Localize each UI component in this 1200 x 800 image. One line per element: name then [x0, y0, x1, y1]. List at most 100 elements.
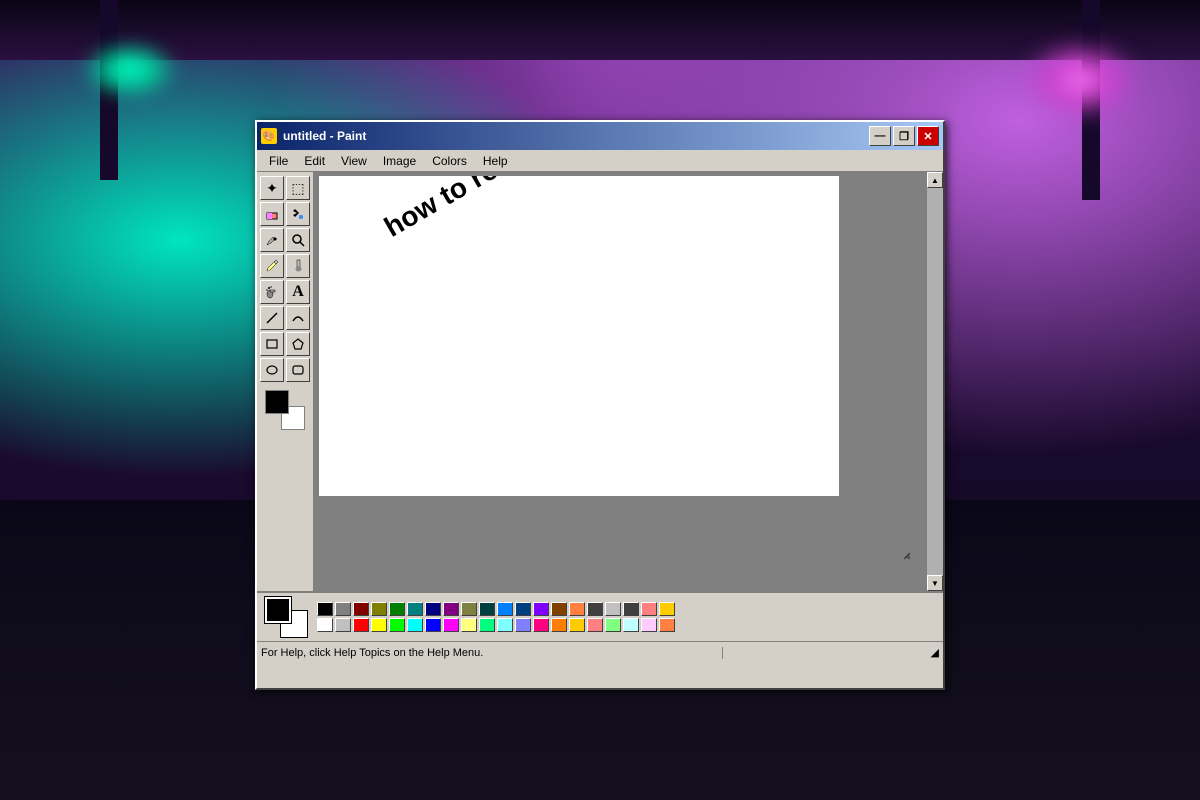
- scroll-up-button[interactable]: ▲: [927, 172, 943, 188]
- menu-file[interactable]: File: [261, 152, 296, 170]
- text-tool[interactable]: A: [286, 280, 310, 304]
- menu-edit[interactable]: Edit: [296, 152, 333, 170]
- swatch-gold[interactable]: [659, 602, 675, 616]
- pick-color-tool[interactable]: [260, 228, 284, 252]
- title-buttons: — ❐ ✕: [869, 126, 939, 146]
- menu-colors[interactable]: Colors: [424, 152, 475, 170]
- swatch-ltcyan[interactable]: [497, 618, 513, 632]
- swatch-magenta[interactable]: [443, 618, 459, 632]
- swatch-yellow[interactable]: [371, 618, 387, 632]
- maximize-button[interactable]: ❐: [893, 126, 915, 146]
- swatch-ltorange[interactable]: [659, 618, 675, 632]
- swatch-darkred[interactable]: [353, 602, 369, 616]
- resize-handle[interactable]: [901, 547, 909, 555]
- paint-window: 🎨 untitled - Paint — ❐ ✕ File Edit View …: [255, 120, 945, 690]
- tool-row-1: ✦ ⬚: [260, 176, 310, 200]
- swatch-darkteal[interactable]: [479, 602, 495, 616]
- swatch-olive[interactable]: [371, 602, 387, 616]
- status-bar: For Help, click Help Topics on the Help …: [257, 641, 943, 663]
- polygon-tool[interactable]: [286, 332, 310, 356]
- swatch-ltyellow[interactable]: [461, 618, 477, 632]
- menu-bar: File Edit View Image Colors Help: [257, 150, 943, 172]
- swatch-brown[interactable]: [551, 602, 567, 616]
- swatch-black[interactable]: [317, 602, 333, 616]
- swatch-amber[interactable]: [569, 618, 585, 632]
- swatch-spring[interactable]: [479, 618, 495, 632]
- rectangle-tool[interactable]: [260, 332, 284, 356]
- swatch-orange[interactable]: [569, 602, 585, 616]
- swatch-white[interactable]: [317, 618, 333, 632]
- swatch-salmon[interactable]: [641, 602, 657, 616]
- palette-active-colors: [265, 597, 307, 637]
- swatch-silver[interactable]: [605, 602, 621, 616]
- swatch-red[interactable]: [353, 618, 369, 632]
- swatch-violet[interactable]: [533, 602, 549, 616]
- tool-row-4: [260, 254, 310, 278]
- neon-light-right: [1020, 40, 1140, 120]
- paint-canvas[interactable]: how to rotate text in ms paint: [319, 176, 839, 496]
- minimize-button[interactable]: —: [869, 126, 891, 146]
- tool-row-3: [260, 228, 310, 252]
- status-resize-icon: ◢: [923, 646, 939, 659]
- free-select-tool[interactable]: ✦: [260, 176, 284, 200]
- toolbox: ✦ ⬚: [257, 172, 315, 591]
- title-left: 🎨 untitled - Paint: [261, 128, 366, 144]
- swatch-blue[interactable]: [425, 618, 441, 632]
- airbrush-tool[interactable]: [260, 280, 284, 304]
- curve-tool[interactable]: [286, 306, 310, 330]
- main-area: ✦ ⬚: [257, 172, 943, 591]
- color-palette: [257, 591, 943, 641]
- neon-light-left: [80, 40, 180, 100]
- swatch-azure[interactable]: [497, 602, 513, 616]
- right-scrollbar: ▲ ▼: [927, 172, 943, 591]
- magnifier-tool[interactable]: [286, 228, 310, 252]
- palette-row-2: [317, 618, 675, 632]
- canvas-area[interactable]: how to rotate text in ms paint: [315, 172, 927, 591]
- menu-image[interactable]: Image: [375, 152, 424, 170]
- fill-tool[interactable]: [286, 202, 310, 226]
- rect-select-tool[interactable]: ⬚: [286, 176, 310, 200]
- app-icon: 🎨: [261, 128, 277, 144]
- swatch-darkgreen[interactable]: [389, 602, 405, 616]
- status-help-text: For Help, click Help Topics on the Help …: [261, 647, 723, 659]
- swatch-darkgray[interactable]: [587, 602, 603, 616]
- palette-swatches: [317, 602, 675, 632]
- swatch-ltgreen[interactable]: [605, 618, 621, 632]
- menu-help[interactable]: Help: [475, 152, 516, 170]
- swatch-lime[interactable]: [389, 618, 405, 632]
- swatch-periwinkle[interactable]: [515, 618, 531, 632]
- line-tool[interactable]: [260, 306, 284, 330]
- brush-tool[interactable]: [286, 254, 310, 278]
- palette-fg-color[interactable]: [265, 597, 291, 623]
- swatch-teal[interactable]: [407, 602, 423, 616]
- scroll-track-v[interactable]: [927, 188, 943, 575]
- color-preview: [263, 388, 307, 432]
- swatch-purple[interactable]: [443, 602, 459, 616]
- swatch-cyan[interactable]: [407, 618, 423, 632]
- title-bar: 🎨 untitled - Paint — ❐ ✕: [257, 122, 943, 150]
- canvas-scrollable: how to rotate text in ms paint: [319, 176, 923, 587]
- swatch-darkorange[interactable]: [551, 618, 567, 632]
- swatch-ltsalmon[interactable]: [587, 618, 603, 632]
- rounded-rect-tool[interactable]: [286, 358, 310, 382]
- tool-row-6: [260, 306, 310, 330]
- swatch-navy[interactable]: [425, 602, 441, 616]
- scroll-down-button[interactable]: ▼: [927, 575, 943, 591]
- swatch-darkolive[interactable]: [461, 602, 477, 616]
- swatch-darkblue[interactable]: [515, 602, 531, 616]
- ellipse-tool[interactable]: [260, 358, 284, 382]
- swatch-ltpink[interactable]: [641, 618, 657, 632]
- eraser-tool[interactable]: [260, 202, 284, 226]
- close-button[interactable]: ✕: [917, 126, 939, 146]
- swatch-ltazure[interactable]: [623, 618, 639, 632]
- swatch-charcoal[interactable]: [623, 602, 639, 616]
- palette-row-1: [317, 602, 675, 616]
- canvas-text-content: how to rotate text in ms paint: [379, 176, 732, 244]
- menu-view[interactable]: View: [333, 152, 375, 170]
- tool-row-2: [260, 202, 310, 226]
- swatch-rose[interactable]: [533, 618, 549, 632]
- swatch-gray[interactable]: [335, 602, 351, 616]
- swatch-ltgray[interactable]: [335, 618, 351, 632]
- foreground-color-box[interactable]: [265, 390, 289, 414]
- pencil-tool[interactable]: [260, 254, 284, 278]
